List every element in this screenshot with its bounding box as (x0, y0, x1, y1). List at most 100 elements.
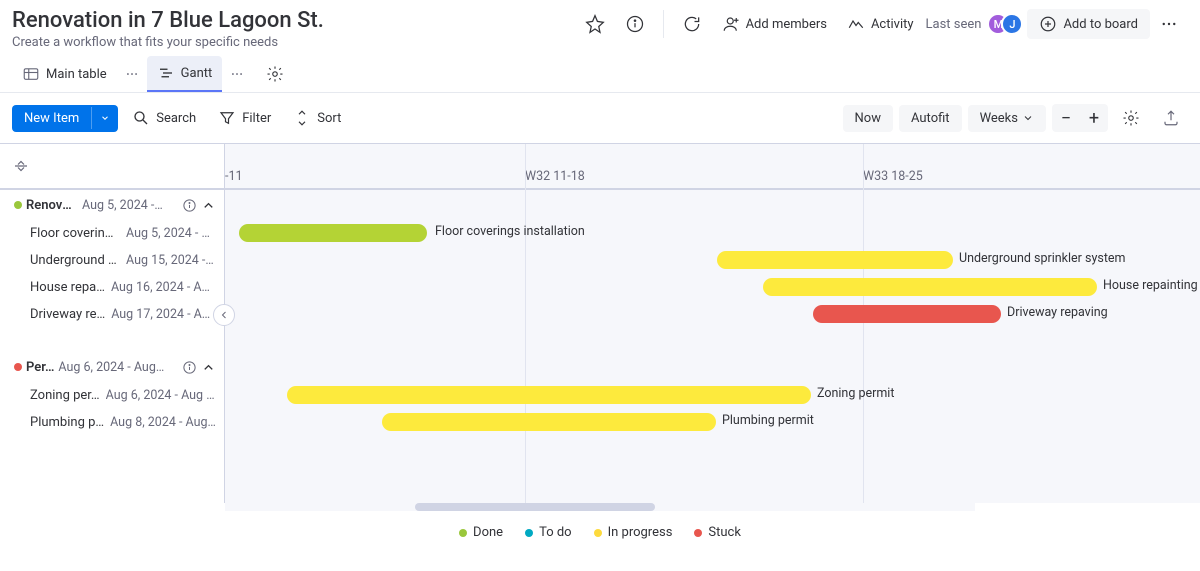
chevron-down-icon (100, 113, 110, 123)
group-header[interactable]: Renovat… Aug 5, 2024 -… (0, 190, 224, 220)
tab-main-table[interactable]: Main table (12, 57, 117, 91)
chevron-left-icon (218, 309, 230, 321)
tab-main-table-menu[interactable] (121, 63, 143, 85)
task-row[interactable]: House repa… Aug 16, 2024 - Aug … (0, 274, 224, 301)
sort-icon (293, 109, 311, 127)
filter-button[interactable]: Filter (210, 103, 279, 133)
task-name: Driveway re… (30, 307, 105, 322)
view-settings-button[interactable] (258, 59, 292, 89)
divider (663, 10, 664, 38)
legend-label: Stuck (708, 525, 741, 540)
search-icon (132, 109, 150, 127)
last-seen[interactable]: Last seen M J (926, 13, 1024, 35)
activity-button[interactable]: Activity (839, 9, 922, 39)
add-to-board-button[interactable]: Add to board (1027, 9, 1150, 39)
legend-label: To do (539, 525, 572, 540)
task-name: Plumbing p… (30, 415, 104, 430)
filter-label: Filter (242, 111, 271, 126)
task-name: Floor coverings i… (30, 226, 120, 241)
page-title: Renovation in 7 Blue Lagoon St. (12, 8, 577, 33)
legend-dot (594, 529, 602, 537)
gantt-icon (157, 64, 175, 82)
search-label: Search (156, 111, 196, 126)
add-to-board-label: Add to board (1063, 17, 1138, 32)
collapse-all-icon[interactable] (12, 157, 30, 175)
zoom-in-button[interactable]: + (1080, 104, 1108, 132)
last-seen-label: Last seen (926, 17, 982, 32)
chevron-up-icon[interactable] (201, 198, 216, 213)
group-name: Renovat… (26, 198, 78, 213)
legend-item: Done (459, 525, 503, 540)
filter-icon (218, 109, 236, 127)
add-members-button[interactable]: Add members (714, 9, 835, 39)
tab-gantt-menu[interactable] (226, 63, 248, 85)
task-row[interactable]: Driveway re… Aug 17, 2024 - Aug … (0, 301, 224, 328)
dots-icon (1160, 15, 1178, 33)
avatar: J (1001, 13, 1023, 35)
search-button[interactable]: Search (124, 103, 204, 133)
gear-icon (1122, 109, 1140, 127)
info-icon (625, 14, 645, 34)
task-row[interactable]: Zoning per… Aug 6, 2024 - Aug 16, … (0, 382, 224, 409)
now-button[interactable]: Now (843, 105, 893, 132)
table-icon (22, 65, 40, 83)
legend-dot (459, 529, 467, 537)
group-header[interactable]: Per… Aug 6, 2024 - Aug… (0, 352, 224, 382)
legend-dot (525, 529, 533, 537)
chevron-up-icon[interactable] (201, 360, 216, 375)
legend-label: Done (473, 525, 503, 540)
more-button[interactable] (1154, 9, 1184, 39)
group-dates: Aug 5, 2024 -… (82, 198, 178, 213)
dots-icon (125, 67, 139, 81)
star-icon (585, 14, 605, 34)
timescale-label: Weeks (980, 111, 1018, 126)
group-dates: Aug 6, 2024 - Aug… (58, 360, 178, 375)
collapse-left-panel[interactable] (213, 304, 235, 326)
tab-main-table-label: Main table (46, 67, 107, 82)
new-item-dropdown[interactable] (91, 107, 118, 129)
gantt-bar[interactable] (717, 251, 953, 269)
tab-gantt[interactable]: Gantt (147, 56, 223, 92)
new-item-label: New Item (12, 105, 91, 132)
horizontal-scrollbar[interactable] (225, 503, 975, 511)
zoom-out-button[interactable]: − (1052, 104, 1080, 132)
gantt-bar-label: Plumbing permit (722, 413, 814, 428)
legend-item: In progress (594, 525, 673, 540)
task-dates: Aug 16, 2024 - Aug … (111, 280, 216, 295)
group-color-dot (14, 201, 22, 209)
task-row[interactable]: Underground spr… Aug 15, 2024 - … (0, 247, 224, 274)
legend-item: To do (525, 525, 572, 540)
timeline-week-label: -11 (225, 169, 243, 184)
info-button[interactable] (617, 8, 653, 40)
gantt-bar[interactable] (287, 386, 811, 404)
gantt-bar[interactable] (763, 278, 1097, 296)
timeline-week-label: W33 18-25 (863, 169, 923, 184)
refresh-icon (682, 14, 702, 34)
page-subtitle: Create a workflow that fits your specifi… (12, 35, 577, 50)
gantt-settings-button[interactable] (1114, 103, 1148, 133)
legend-label: In progress (608, 525, 673, 540)
timescale-select[interactable]: Weeks (968, 105, 1046, 132)
gantt-bar-label: Floor coverings installation (435, 224, 585, 239)
task-row[interactable]: Floor coverings i… Aug 5, 2024 - A… (0, 220, 224, 247)
gantt-bar[interactable] (382, 413, 716, 431)
export-button[interactable] (1154, 103, 1188, 133)
new-item-button[interactable]: New Item (12, 105, 118, 132)
task-dates: Aug 15, 2024 - … (126, 253, 216, 268)
refresh-button[interactable] (674, 8, 710, 40)
task-row[interactable]: Plumbing p… Aug 8, 2024 - Aug 1… (0, 409, 224, 436)
task-name: House repa… (30, 280, 105, 295)
gantt-bar[interactable] (813, 305, 1001, 323)
info-icon[interactable] (182, 360, 197, 375)
group-color-dot (14, 363, 22, 371)
export-icon (1162, 109, 1180, 127)
plus-circle-icon (1039, 15, 1057, 33)
favorite-button[interactable] (577, 8, 613, 40)
gantt-bar[interactable] (239, 224, 427, 242)
dots-icon (230, 67, 244, 81)
info-icon[interactable] (182, 198, 197, 213)
gantt-bar-label: Zoning permit (817, 386, 894, 401)
sort-button[interactable]: Sort (285, 103, 349, 133)
activity-label: Activity (871, 17, 914, 32)
autofit-button[interactable]: Autofit (899, 105, 962, 132)
